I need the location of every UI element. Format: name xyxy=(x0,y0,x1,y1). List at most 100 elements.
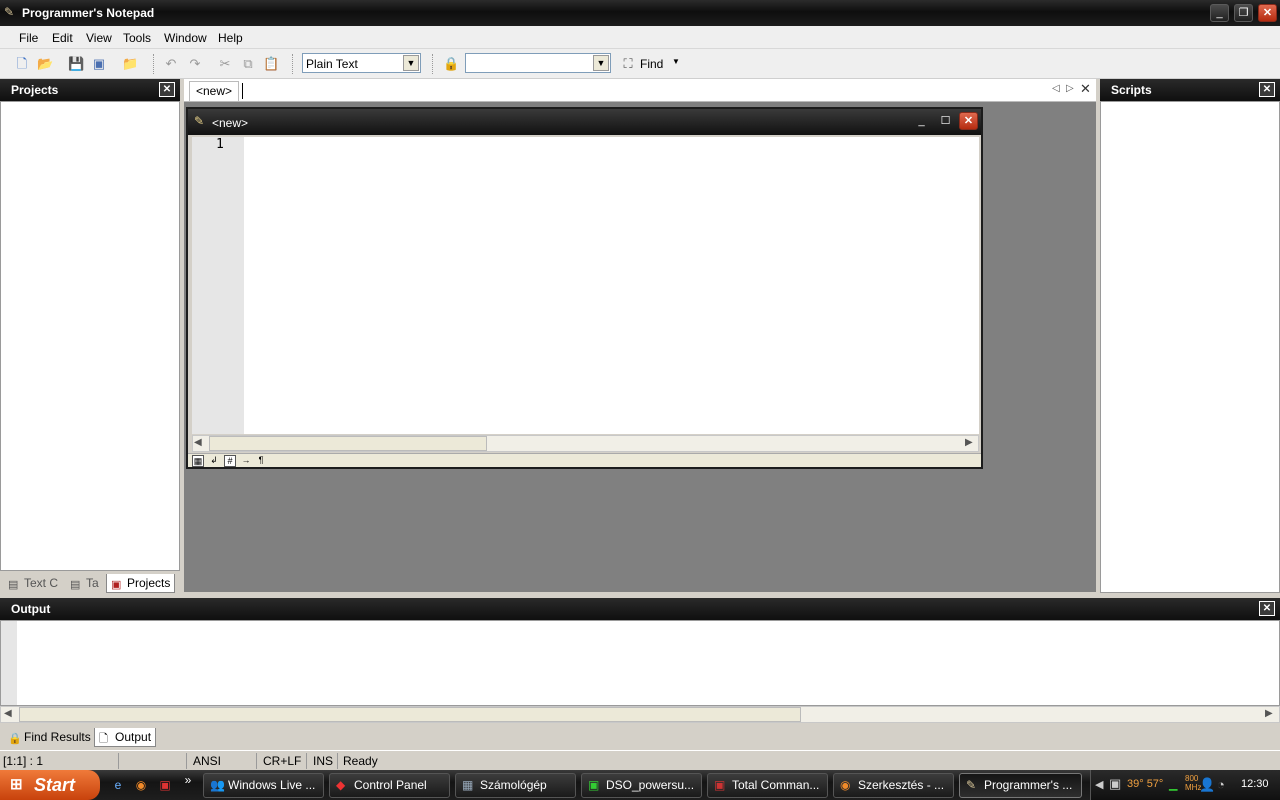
close-icon[interactable]: ✕ xyxy=(159,82,175,97)
menu-file[interactable]: File xyxy=(19,31,38,45)
close-icon[interactable]: ✕ xyxy=(1080,81,1091,97)
tab-label: Output xyxy=(115,730,152,744)
status-divider xyxy=(337,753,338,769)
menu-bar: File Edit View Tools Window Help xyxy=(0,26,1280,49)
menu-window[interactable]: Window xyxy=(164,31,207,45)
tab-scroll-left-icon[interactable]: ◁ xyxy=(1052,83,1060,94)
find-folder-icon[interactable]: 🔒 xyxy=(443,56,459,72)
quicklaunch-more-icon[interactable]: » xyxy=(180,772,196,788)
output-horizontal-scrollbar[interactable]: ◀ ▶ xyxy=(0,706,1280,723)
close-icon[interactable]: ✕ xyxy=(1259,82,1275,97)
minimize-button[interactable]: _ xyxy=(1210,4,1229,22)
projects-panel-header: Projects ✕ xyxy=(0,79,180,101)
find-combo[interactable]: ▼ xyxy=(465,53,611,73)
line-endings-icon[interactable]: ¶ xyxy=(255,455,267,467)
quicklaunch-app-icon[interactable]: ▣ xyxy=(157,777,173,793)
scroll-left-icon[interactable]: ◀ xyxy=(194,437,202,448)
tab-new-document[interactable]: <new> xyxy=(189,81,240,101)
firefox-icon[interactable]: ◉ xyxy=(133,777,149,793)
editor-window: ✎ <new> _ ☐ ✕ 1 ◀ ▶ ▦ ↲ # → ¶ xyxy=(186,107,983,469)
find-button[interactable]: Find xyxy=(640,57,663,71)
tab-label: Projects xyxy=(127,576,171,590)
redo-icon[interactable]: ↷ xyxy=(187,56,203,72)
open-folder-icon[interactable]: 📂 xyxy=(37,56,53,72)
horizontal-scrollbar[interactable]: ◀ ▶ xyxy=(192,435,979,452)
close-button[interactable]: ✕ xyxy=(1258,4,1277,22)
new-file-icon[interactable]: 🗋 xyxy=(14,56,30,72)
tray-messenger-icon[interactable]: 👤 xyxy=(1199,777,1215,793)
line-numbers-icon[interactable]: # xyxy=(224,455,236,467)
tray-collapse-icon[interactable]: ◀ xyxy=(1095,778,1103,791)
task-calculator[interactable]: ▦ Számológép xyxy=(455,773,576,798)
cut-icon[interactable]: ✂ xyxy=(217,56,233,72)
tray-cpu-mhz: 800 MHz xyxy=(1185,774,1202,792)
status-divider xyxy=(306,753,307,769)
scrollbar-thumb[interactable] xyxy=(209,436,487,451)
task-dso-powersu[interactable]: ▣ DSO_powersu... xyxy=(581,773,702,798)
status-divider xyxy=(186,753,187,769)
output-panel-title: Output xyxy=(11,602,51,616)
task-programmers-notepad[interactable]: ✎ Programmer's ... xyxy=(959,773,1082,798)
find-dropdown-icon[interactable]: ▼ xyxy=(672,57,680,66)
binoculars-icon[interactable]: ⛶ xyxy=(620,56,636,72)
insert-mode-indicator: INS xyxy=(313,754,334,768)
save-icon[interactable]: 💾 xyxy=(68,56,84,72)
whitespace-icon[interactable]: → xyxy=(240,455,252,467)
scroll-right-icon[interactable]: ▶ xyxy=(1265,708,1273,719)
scripts-panel-title: Scripts xyxy=(1111,83,1152,97)
tray-app-icon[interactable]: ▣ xyxy=(1109,776,1121,792)
tab-projects[interactable]: ▣ Projects xyxy=(106,574,176,593)
view-split-icon[interactable]: ▦ xyxy=(192,455,204,467)
scroll-right-icon[interactable]: ▶ xyxy=(965,437,973,448)
task-firefox-editing[interactable]: ◉ Szerkesztés - ... xyxy=(833,773,954,798)
open-project-icon[interactable]: 📁 xyxy=(122,56,138,72)
chevron-down-icon[interactable]: ▼ xyxy=(593,55,609,71)
menu-edit[interactable]: Edit xyxy=(52,31,73,45)
task-control-panel[interactable]: ◆ Control Panel xyxy=(329,773,450,798)
projects-icon: ▣ xyxy=(111,579,122,591)
output-text-area[interactable] xyxy=(0,620,1280,706)
tab-find-results[interactable]: 🔒 Find Results xyxy=(4,728,95,747)
start-label: Start xyxy=(34,775,76,795)
task-windows-live[interactable]: 👥 Windows Live ... xyxy=(203,773,324,798)
minimize-button[interactable]: _ xyxy=(912,113,931,131)
start-button[interactable]: ⊞ Start xyxy=(0,770,100,800)
menu-help[interactable]: Help xyxy=(218,31,243,45)
title-bar[interactable]: ✎ Programmer's Notepad _ ❐ ✕ xyxy=(0,0,1280,26)
window-title: Programmer's Notepad xyxy=(22,6,155,20)
scheme-select[interactable]: Plain Text ▼ xyxy=(302,53,421,73)
output-icon: 🗋 xyxy=(99,733,108,745)
editor-window-titlebar[interactable]: ✎ <new> _ ☐ ✕ xyxy=(188,109,981,135)
task-label: DSO_powersu... xyxy=(606,778,695,792)
save-all-icon[interactable]: ▣ xyxy=(91,56,107,72)
menu-view[interactable]: View xyxy=(86,31,112,45)
close-button[interactable]: ✕ xyxy=(959,112,978,130)
tray-network-icon[interactable]: ◔ xyxy=(1217,777,1225,792)
task-total-commander[interactable]: ▣ Total Comman... xyxy=(707,773,828,798)
taskbar: ⊞ Start e ◉ ▣ » 👥 Windows Live ... ◆ Contr… xyxy=(0,770,1280,800)
tab-label: Ta xyxy=(86,576,99,590)
restore-button[interactable]: ❐ xyxy=(1234,4,1253,22)
cursor-position: [1:1] : 1 xyxy=(3,754,44,768)
tab-scroll-right-icon[interactable]: ▷ xyxy=(1066,83,1074,94)
tab-text-clips[interactable]: ▤ Text C xyxy=(4,574,62,593)
document-tab-strip: <new> ◁ ▷ ✕ xyxy=(184,79,1096,102)
scrollbar-thumb[interactable] xyxy=(19,707,801,722)
editor-text-area[interactable] xyxy=(244,137,979,434)
maximize-button[interactable]: ☐ xyxy=(936,113,955,131)
projects-tree[interactable] xyxy=(0,101,180,571)
undo-icon[interactable]: ↶ xyxy=(163,56,179,72)
tab-output[interactable]: 🗋 Output xyxy=(94,728,157,747)
tab-tags[interactable]: ▤ Ta xyxy=(66,574,103,593)
copy-icon[interactable]: ⧉ xyxy=(240,56,256,72)
menu-tools[interactable]: Tools xyxy=(123,31,151,45)
close-icon[interactable]: ✕ xyxy=(1259,601,1275,616)
task-label: Szerkesztés - ... xyxy=(858,778,945,792)
ie-icon[interactable]: e xyxy=(110,777,126,793)
chevron-down-icon[interactable]: ▼ xyxy=(403,55,419,71)
paste-icon[interactable]: 📋 xyxy=(263,56,279,72)
word-wrap-icon[interactable]: ↲ xyxy=(208,455,220,467)
scroll-left-icon[interactable]: ◀ xyxy=(4,708,12,719)
scripts-list[interactable] xyxy=(1100,101,1280,593)
tab-label: Find Results xyxy=(24,730,91,744)
